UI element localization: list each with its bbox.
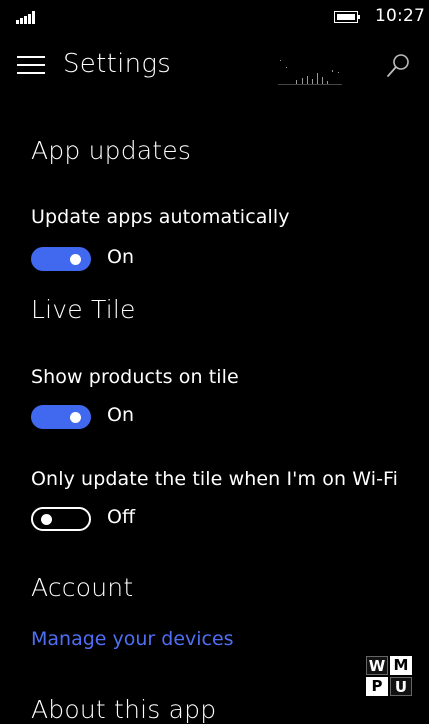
toggle-state-label: Off — [107, 506, 136, 528]
toggle-state-label: On — [107, 246, 134, 268]
toggle-knob — [70, 412, 81, 423]
watermark-letter: M — [390, 656, 412, 675]
status-bar: 10:27 — [0, 0, 429, 34]
battery-icon — [334, 11, 360, 23]
update-apps-automatically-label: Update apps automatically — [31, 206, 290, 228]
wifi-only-update-toggle[interactable] — [31, 507, 91, 531]
wmpu-watermark-logo: W M P U — [366, 656, 414, 698]
show-products-on-tile-toggle[interactable] — [31, 405, 91, 429]
signal-strength-icon — [16, 10, 38, 24]
watermark-letter: U — [390, 677, 412, 696]
update-apps-automatically-toggle-row[interactable]: On — [31, 246, 231, 273]
wifi-only-update-label: Only update the tile when I'm on Wi-Fi — [31, 468, 399, 490]
show-products-on-tile-label: Show products on tile — [31, 366, 239, 388]
show-products-on-tile-toggle-row[interactable]: On — [31, 404, 231, 431]
section-heading-account: Account — [31, 573, 134, 602]
page-title: Settings — [63, 49, 172, 79]
status-time: 10:27 — [375, 6, 425, 26]
hamburger-menu-icon[interactable] — [17, 56, 45, 76]
wifi-only-update-toggle-row[interactable]: Off — [31, 506, 231, 533]
search-icon[interactable] — [384, 52, 412, 80]
app-header: Settings — [0, 40, 429, 94]
section-heading-app-updates: App updates — [31, 136, 192, 165]
toggle-state-label: On — [107, 404, 134, 426]
image-artifact — [278, 60, 342, 85]
update-apps-automatically-toggle[interactable] — [31, 247, 91, 271]
manage-devices-link[interactable]: Manage your devices — [31, 628, 234, 650]
section-heading-live-tile: Live Tile — [31, 295, 136, 324]
watermark-letter: W — [366, 656, 388, 675]
toggle-knob — [70, 254, 81, 265]
toggle-knob — [41, 514, 52, 525]
section-heading-about: About this app — [31, 695, 217, 724]
watermark-letter: P — [366, 677, 388, 696]
